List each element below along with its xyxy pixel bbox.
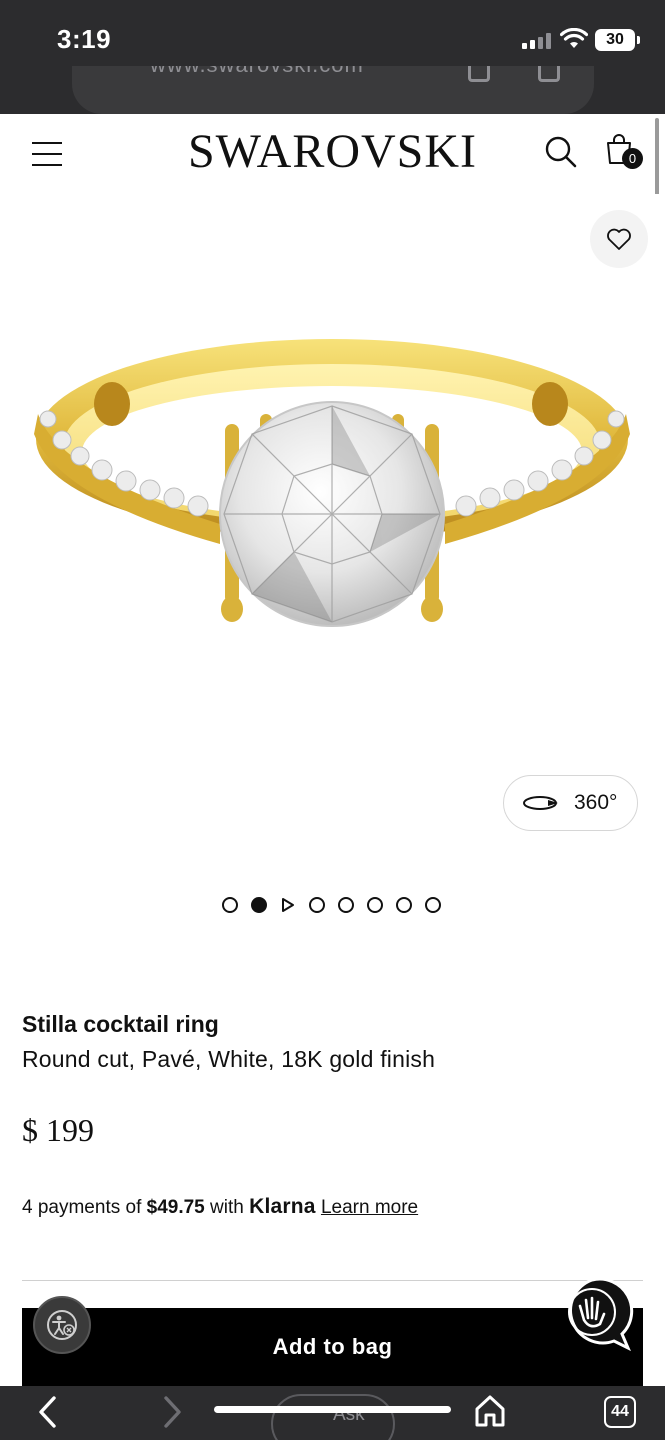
cellular-signal-icon	[522, 33, 551, 49]
site-header: SWAROVSKI 0	[0, 114, 665, 194]
home-icon[interactable]	[474, 1394, 506, 1428]
gallery-dot[interactable]	[425, 897, 441, 913]
back-chevron-icon[interactable]	[36, 1394, 58, 1430]
product-gallery[interactable]: 360°	[0, 194, 665, 874]
tabs-button[interactable]: 44	[604, 1396, 636, 1428]
gallery-pagination	[222, 897, 441, 913]
bookmark-icon[interactable]	[468, 66, 490, 82]
rotate-360-icon	[523, 796, 558, 810]
menu-icon-bar	[32, 164, 62, 166]
gallery-dot[interactable]	[396, 897, 412, 913]
klarna-installments: 4 payments of $49.75 with Klarna Learn m…	[22, 1195, 418, 1219]
chat-hand-icon	[568, 1277, 634, 1352]
battery-indicator: 30	[595, 29, 640, 51]
shopping-bag-button[interactable]: 0	[604, 132, 643, 171]
menu-icon-bar	[32, 153, 62, 155]
gallery-dot[interactable]	[367, 897, 383, 913]
search-icon[interactable]	[543, 134, 579, 170]
rotate-360-button[interactable]: 360°	[503, 775, 638, 831]
gallery-dot[interactable]	[338, 897, 354, 913]
menu-icon-bar	[32, 142, 62, 144]
add-to-bag-button[interactable]: Add to bag	[22, 1308, 643, 1386]
klarna-with: with	[204, 1197, 250, 1218]
gallery-dot[interactable]	[309, 897, 325, 913]
status-bar: 3:19 30 www.swarovski.com	[0, 0, 665, 114]
klarna-prefix: 4 payments of	[22, 1197, 147, 1218]
rotate-360-label: 360°	[574, 791, 618, 814]
gallery-video-dot[interactable]	[280, 897, 296, 913]
address-text: www.swarovski.com	[150, 66, 364, 78]
heart-icon	[607, 228, 631, 250]
accessibility-icon	[47, 1310, 77, 1340]
klarna-learn-more-link[interactable]: Learn more	[321, 1197, 418, 1218]
wifi-icon	[560, 28, 588, 48]
divider	[22, 1280, 643, 1281]
browser-toolbar: Ask 44	[0, 1386, 665, 1440]
bag-count-badge: 0	[622, 148, 643, 169]
chat-support-button[interactable]	[556, 1276, 634, 1354]
swarovski-logo[interactable]: SWAROVSKI	[188, 125, 477, 178]
play-icon	[282, 898, 294, 912]
product-description: Round cut, Pavé, White, 18K gold finish	[22, 1046, 436, 1072]
klarna-amount: $49.75	[146, 1197, 205, 1218]
klarna-logo: Klarna	[249, 1195, 316, 1218]
gallery-dot[interactable]	[222, 897, 238, 913]
product-image-ring	[34, 339, 630, 627]
wishlist-button[interactable]	[590, 210, 648, 268]
menu-button[interactable]	[32, 142, 62, 166]
product-title: Stilla cocktail ring	[22, 1011, 219, 1037]
accessibility-button[interactable]	[33, 1296, 91, 1354]
home-indicator	[214, 1406, 451, 1413]
address-bar[interactable]: www.swarovski.com	[72, 66, 594, 114]
product-price: $ 199	[22, 1112, 94, 1148]
share-icon[interactable]	[538, 66, 560, 82]
status-time: 3:19	[57, 24, 112, 54]
forward-chevron-icon[interactable]	[162, 1394, 184, 1430]
gallery-dot-active[interactable]	[251, 897, 267, 913]
